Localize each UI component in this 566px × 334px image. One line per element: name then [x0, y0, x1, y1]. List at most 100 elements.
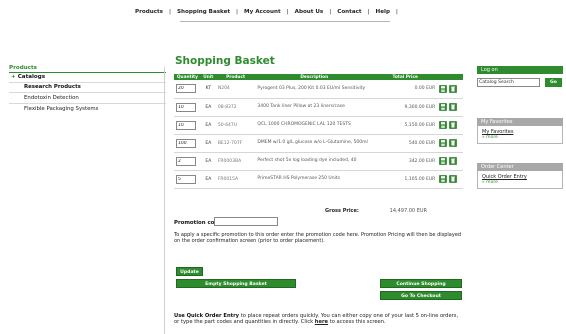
save-favorite-icon[interactable]: [439, 139, 448, 147]
nav-products-link[interactable]: Products: [135, 9, 163, 15]
unit-cell: EA: [200, 134, 216, 153]
update-button[interactable]: Update: [176, 267, 203, 276]
nav-contact-link[interactable]: Contact: [337, 9, 361, 15]
quantity-input[interactable]: [176, 138, 196, 148]
delete-trash-icon[interactable]: [449, 157, 458, 165]
nav-separator: |: [286, 9, 289, 15]
unit-cell: EA: [200, 170, 216, 189]
product-code-cell: FR0003BA: [215, 152, 256, 171]
delete-trash-icon[interactable]: [449, 121, 458, 129]
save-favorite-icon[interactable]: [439, 103, 448, 111]
continue-shopping-button[interactable]: Continue Shopping: [380, 279, 462, 288]
quantity-input[interactable]: [176, 174, 196, 184]
catalogs-label: Catalogs: [17, 74, 46, 80]
quick-order-bold: Use Quick Order Entry: [174, 313, 240, 319]
total-price-cell: 1,105.00 EUR: [373, 170, 438, 189]
delete-trash-icon[interactable]: [449, 103, 458, 111]
product-code-cell: BE12-707F: [215, 134, 256, 153]
nav-separator: |: [367, 9, 370, 15]
table-row: EABE12-707FDMEM w/1.0 g/L glucose w/o L-…: [174, 134, 463, 153]
quantity-input[interactable]: [176, 156, 196, 166]
row-actions-cell: [437, 116, 463, 135]
description-cell: Pyrogent 03 Plus, 200 Kit 0.03 EU/ml Sen…: [255, 80, 374, 99]
unit-cell: EA: [200, 116, 216, 135]
empty-basket-button[interactable]: Empty Shopping Basket: [176, 279, 296, 288]
unit-cell: EA: [200, 152, 216, 171]
content-divider: [164, 67, 165, 334]
product-code-cell: FR0015A: [215, 170, 256, 189]
order-center-more-link[interactable]: » more: [482, 180, 558, 185]
delete-trash-icon[interactable]: [449, 175, 458, 183]
order-center-header: Order Center: [477, 163, 563, 171]
table-row: KTN204Pyrogent 03 Plus, 200 Kit 0.03 EU/…: [174, 80, 463, 99]
nav-separator: |: [329, 9, 332, 15]
col-header-quantity: Quantity: [174, 74, 201, 80]
unit-cell: EA: [200, 98, 216, 117]
product-code-cell: N204: [215, 80, 256, 99]
description-cell: DMEM w/1.0 g/L glucose w/o L-Glutamine, …: [255, 134, 374, 153]
sidebar-title: Products: [9, 65, 38, 71]
favorites-more-link[interactable]: » more: [482, 135, 558, 140]
total-price-cell: 0.00 EUR: [373, 80, 438, 99]
quantity-cell: [174, 98, 201, 117]
nav-help-link[interactable]: Help: [376, 9, 390, 15]
search-go-button[interactable]: Go: [545, 78, 562, 87]
login-box: Log on: [477, 66, 563, 74]
login-header[interactable]: Log on: [477, 66, 563, 74]
nav-about-link[interactable]: About Us: [295, 9, 324, 15]
page-title: Shopping Basket: [175, 55, 275, 67]
sidebar-divider: [9, 72, 166, 73]
sidebar-item-flexible-packaging[interactable]: Flexible Packaging Systems: [24, 106, 98, 112]
quick-order-help-text: Use Quick Order Entry to place repeat or…: [174, 313, 464, 325]
expand-plus-icon[interactable]: +: [11, 74, 16, 80]
product-code-cell: 50-647U: [215, 116, 256, 135]
nav-separator: |: [168, 9, 172, 15]
row-actions-cell: [437, 80, 463, 99]
description-cell: PrimeSTAR HS Polymerase 250 Units: [255, 170, 374, 189]
sidebar-divider: [9, 92, 166, 93]
description-cell: 3400 Tank liner Pillow at 23 liners/case: [255, 98, 374, 117]
gross-price-label: Gross Price:: [325, 208, 359, 214]
save-favorite-icon[interactable]: [439, 157, 448, 165]
quick-order-here-link[interactable]: here: [315, 319, 328, 325]
unit-cell: KT: [200, 80, 216, 99]
save-favorite-icon[interactable]: [439, 175, 448, 183]
table-row: EA50-647UQCL 1000 CHROMOGENIC LAL 120 TE…: [174, 116, 463, 135]
top-divider: [180, 21, 390, 22]
nav-account-link[interactable]: My Account: [244, 9, 281, 15]
quantity-input[interactable]: [176, 84, 196, 94]
quantity-cell: [174, 170, 201, 189]
sidebar-item-research-products[interactable]: Research Products: [24, 84, 81, 90]
order-center-box: Order Center Quick Order Entry » more: [477, 163, 563, 189]
catalog-search-input[interactable]: Catalog Search: [477, 78, 540, 87]
nav-separator: |: [236, 9, 239, 15]
delete-trash-icon[interactable]: [449, 84, 458, 93]
promotion-code-input[interactable]: [214, 217, 278, 226]
delete-trash-icon[interactable]: [449, 139, 458, 147]
total-price-cell: 342.00 EUR: [373, 152, 438, 171]
nav-basket-link[interactable]: Shopping Basket: [177, 9, 230, 15]
gross-price-value: 14,497.00 EUR: [389, 208, 427, 214]
basket-table: Quantity Unit Product Description Total …: [174, 74, 463, 189]
quantity-cell: [174, 80, 201, 99]
row-actions-cell: [437, 98, 463, 117]
quantity-cell: [174, 152, 201, 171]
row-actions-cell: [437, 134, 463, 153]
total-price-cell: 9,300.00 EUR: [373, 98, 438, 117]
save-favorite-icon[interactable]: [439, 84, 448, 93]
checkout-button[interactable]: Go To Checkout: [380, 291, 462, 300]
quantity-cell: [174, 116, 201, 135]
favorites-header: My Favorites: [477, 118, 563, 126]
product-code-cell: 08-8372: [215, 98, 256, 117]
favorites-box: My Favorites My Favorites » more: [477, 118, 563, 144]
save-favorite-icon[interactable]: [439, 121, 448, 129]
row-actions-cell: [437, 170, 463, 189]
sidebar-divider: [9, 103, 166, 104]
sidebar-item-endotoxin-detection[interactable]: Endotoxin Detection: [24, 95, 79, 101]
quantity-input[interactable]: [176, 102, 196, 112]
total-price-cell: 540.00 EUR: [373, 134, 438, 153]
total-price-cell: 5,150.00 EUR: [373, 116, 438, 135]
table-row: EAFR0015APrimeSTAR HS Polymerase 250 Uni…: [174, 170, 463, 189]
quantity-input[interactable]: [176, 120, 196, 130]
sidebar-catalogs[interactable]: + Catalogs: [11, 74, 45, 80]
